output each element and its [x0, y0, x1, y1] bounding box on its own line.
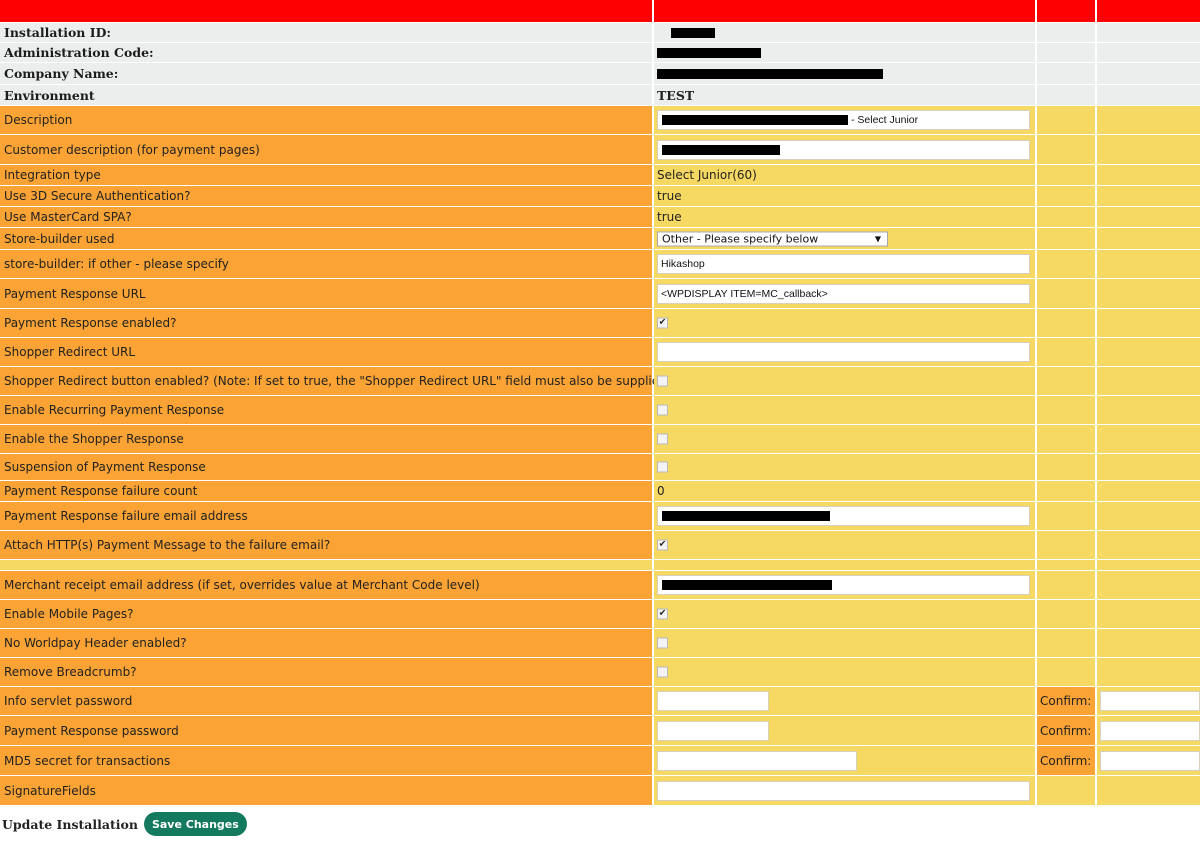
recurring-payment-response-checkbox[interactable] [657, 404, 668, 416]
payment-response-url-input[interactable]: <WPDISPLAY ITEM=MC_callback> [657, 283, 1030, 304]
shopper-redirect-url-label: Shopper Redirect URL [4, 345, 136, 359]
attach-http-message-checkbox[interactable]: ✔ [657, 539, 668, 551]
payment-response-enabled-label: Payment Response enabled? [4, 316, 177, 330]
no-worldpay-header-row: No Worldpay Header enabled? [0, 629, 1200, 657]
shopper-redirect-url-row: Shopper Redirect URL [0, 338, 1200, 366]
use-mastercard-spa-value: true [657, 210, 682, 224]
installation-id-row: Installation ID: [0, 23, 1200, 42]
payment-response-url-row: Payment Response URL <WPDISPLAY ITEM=MC_… [0, 279, 1200, 308]
store-builder-other-label: store-builder: if other - please specify [4, 257, 229, 271]
failure-count-value: 0 [657, 484, 665, 498]
use-3d-secure-value: true [657, 189, 682, 203]
md5-secret-row: MD5 secret for transactions Confirm: [0, 746, 1200, 775]
info-servlet-password-row: Info servlet password Confirm: [0, 687, 1200, 715]
shopper-redirect-url-input[interactable] [657, 342, 1030, 362]
administration-code-row: Administration Code: [0, 43, 1200, 62]
store-builder-other-input[interactable]: Hikashop [657, 254, 1030, 274]
header-bar [0, 0, 1200, 22]
suspension-payment-response-row: Suspension of Payment Response [0, 454, 1200, 480]
customer-description-input[interactable] [657, 139, 1030, 160]
spacer-row [0, 560, 1200, 570]
payment-response-password-input[interactable] [657, 720, 769, 741]
merchant-receipt-email-row: Merchant receipt email address (if set, … [0, 571, 1200, 599]
confirm-label: Confirm: [1040, 694, 1092, 708]
description-label: Description [4, 113, 73, 127]
integration-type-value: Select Junior(60) [657, 168, 757, 182]
shopper-redirect-button-row: Shopper Redirect button enabled? (Note: … [0, 367, 1200, 395]
info-servlet-password-confirm-input[interactable] [1100, 691, 1200, 711]
failure-count-row: Payment Response failure count 0 [0, 481, 1200, 501]
environment-label: Environment [4, 87, 95, 103]
footer-bar: Update Installation Save Changes [0, 810, 247, 838]
payment-response-enabled-checkbox[interactable]: ✔ [657, 317, 668, 329]
suspension-payment-response-checkbox[interactable] [657, 461, 668, 473]
redacted-value [657, 47, 761, 58]
attach-http-message-label: Attach HTTP(s) Payment Message to the fa… [4, 538, 331, 552]
payment-response-enabled-row: Payment Response enabled? ✔ [0, 309, 1200, 337]
no-worldpay-header-label: No Worldpay Header enabled? [4, 636, 187, 650]
confirm-label: Confirm: [1040, 753, 1092, 768]
store-builder-other-row: store-builder: if other - please specify… [0, 250, 1200, 278]
md5-secret-confirm-input[interactable] [1100, 750, 1200, 771]
md5-secret-input[interactable] [657, 750, 857, 771]
shopper-response-row: Enable the Shopper Response [0, 425, 1200, 453]
dropdown-arrow-icon: ▼ [874, 234, 881, 243]
shopper-response-label: Enable the Shopper Response [4, 432, 184, 446]
use-3d-secure-label: Use 3D Secure Authentication? [4, 189, 191, 203]
use-mastercard-spa-label: Use MasterCard SPA? [4, 210, 132, 224]
shopper-redirect-button-checkbox[interactable] [657, 375, 668, 387]
payment-response-password-confirm-input[interactable] [1100, 720, 1200, 741]
store-builder-select[interactable]: Other - Please specify below ▼ [657, 231, 888, 246]
administration-code-label: Administration Code: [4, 45, 154, 60]
redacted-value [657, 68, 883, 79]
remove-breadcrumb-label: Remove Breadcrumb? [4, 665, 137, 679]
signature-fields-input[interactable] [657, 780, 1030, 801]
integration-type-row: Integration type Select Junior(60) [0, 165, 1200, 185]
shopper-redirect-button-label: Shopper Redirect button enabled? (Note: … [4, 374, 672, 388]
integration-type-label: Integration type [4, 168, 101, 182]
signature-fields-label: SignatureFields [4, 783, 96, 798]
merchant-receipt-email-label: Merchant receipt email address (if set, … [4, 578, 480, 592]
payment-response-url-label: Payment Response URL [4, 286, 146, 301]
info-servlet-password-label: Info servlet password [4, 694, 133, 708]
company-name-label: Company Name: [4, 66, 119, 81]
enable-mobile-pages-label: Enable Mobile Pages? [4, 607, 134, 621]
enable-mobile-pages-row: Enable Mobile Pages? ✔ [0, 600, 1200, 628]
company-name-row: Company Name: [0, 63, 1200, 84]
attach-http-message-row: Attach HTTP(s) Payment Message to the fa… [0, 531, 1200, 559]
merchant-receipt-email-input[interactable] [657, 575, 1030, 595]
remove-breadcrumb-row: Remove Breadcrumb? [0, 658, 1200, 686]
signature-fields-row: SignatureFields [0, 776, 1200, 805]
info-servlet-password-input[interactable] [657, 691, 769, 711]
environment-row: Environment TEST [0, 85, 1200, 105]
suspension-payment-response-label: Suspension of Payment Response [4, 460, 206, 474]
use-mastercard-spa-row: Use MasterCard SPA? true [0, 207, 1200, 227]
remove-breadcrumb-checkbox[interactable] [657, 666, 668, 678]
save-changes-button[interactable]: Save Changes [143, 812, 247, 836]
store-builder-label: Store-builder used [4, 231, 115, 246]
failure-email-input[interactable] [657, 506, 1030, 526]
recurring-payment-response-label: Enable Recurring Payment Response [4, 403, 225, 417]
failure-email-label: Payment Response failure email address [4, 509, 248, 523]
installation-id-label: Installation ID: [4, 25, 112, 40]
shopper-response-checkbox[interactable] [657, 433, 668, 445]
redacted-value [671, 27, 715, 38]
md5-secret-label: MD5 secret for transactions [4, 753, 171, 768]
confirm-label: Confirm: [1040, 723, 1092, 738]
environment-value: TEST [657, 87, 695, 103]
failure-email-row: Payment Response failure email address [0, 502, 1200, 530]
enable-mobile-pages-checkbox[interactable]: ✔ [657, 608, 668, 620]
customer-description-label: Customer description (for payment pages) [4, 142, 260, 157]
no-worldpay-header-checkbox[interactable] [657, 637, 668, 649]
update-installation-label: Update Installation [2, 816, 138, 832]
description-row: Description - Select Junior [0, 106, 1200, 134]
payment-response-password-label: Payment Response password [4, 723, 179, 738]
description-input[interactable]: - Select Junior [657, 110, 1030, 130]
failure-count-label: Payment Response failure count [4, 484, 198, 498]
customer-description-row: Customer description (for payment pages) [0, 135, 1200, 164]
store-builder-row: Store-builder used Other - Please specif… [0, 228, 1200, 249]
use-3d-secure-row: Use 3D Secure Authentication? true [0, 186, 1200, 206]
recurring-payment-response-row: Enable Recurring Payment Response [0, 396, 1200, 424]
payment-response-password-row: Payment Response password Confirm: [0, 716, 1200, 745]
